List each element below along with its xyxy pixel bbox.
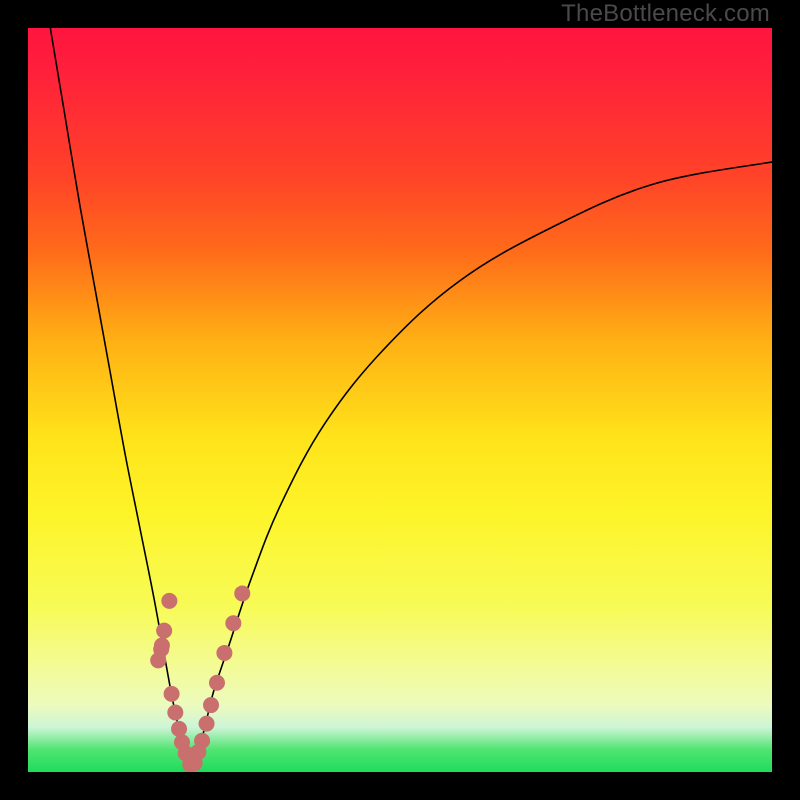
data-marker [161,593,177,609]
data-marker [156,623,172,639]
data-marker [194,733,210,749]
data-markers-group [150,585,250,772]
watermark-text: TheBottleneck.com [561,0,770,28]
data-marker [216,645,232,661]
data-marker [209,675,225,691]
data-marker [164,686,180,702]
data-marker [199,716,215,732]
data-marker [153,641,169,657]
data-marker [203,697,219,713]
data-marker [167,704,183,720]
data-marker [171,721,187,737]
data-marker [225,615,241,631]
curve-right-branch [192,162,772,772]
curve-left-branch [50,28,191,772]
curve-layer [28,28,772,772]
plot-gradient-area [28,28,772,772]
data-marker [234,585,250,601]
chart-frame: TheBottleneck.com [0,0,800,800]
